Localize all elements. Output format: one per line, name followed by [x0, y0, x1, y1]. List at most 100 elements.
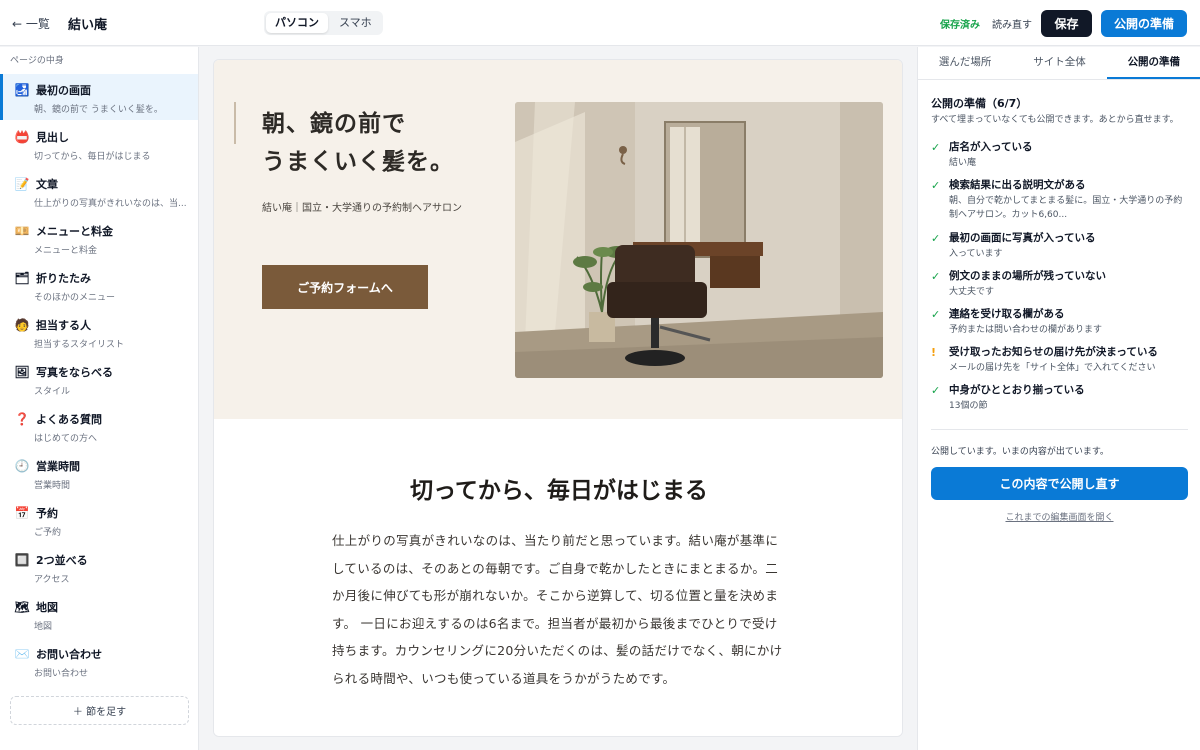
sidebar-section-item[interactable]: 🕘 営業時間営業時間	[0, 450, 198, 496]
inspector-tabs: 選んだ場所 サイト全体 公開の準備	[918, 47, 1200, 80]
checklist-item: ✓ 店名が入っている 結い庵	[931, 139, 1189, 170]
back-to-list-link[interactable]: ← 一覧	[12, 15, 50, 32]
sidebar-section-row: 🕘 営業時間	[14, 458, 188, 474]
sidebar-section-item[interactable]: ❓ よくある質問 はじめての方へ	[0, 403, 198, 449]
checklist-item-detail: メールの届け先を「サイト全体」で入れてください	[949, 363, 1156, 373]
sidebar-section-label: 見出し	[36, 131, 69, 144]
sidebar-section-summary: スタイル	[34, 387, 71, 397]
hero-subtitle: 結い庵｜国立・大学通りの予約制ヘアサロン	[262, 203, 462, 214]
tab-whole-site[interactable]: サイト全体	[1012, 47, 1106, 79]
sidebar-section-row: 🔲 2つ並べる	[14, 552, 188, 568]
checklist-item-detail: 入っています	[949, 249, 1003, 259]
sidebar-section-label: 最初の画面	[36, 84, 91, 97]
money-icon: 💴	[14, 224, 30, 238]
sidebar-section-row: 🛃 最初の画面	[14, 82, 188, 98]
hero-section[interactable]: 朝、鏡の前で うまくいく髪を。 結い庵｜国立・大学通りの予約制ヘアサロン ご予約…	[214, 60, 902, 419]
sidebar-section-row: ✉️ お問い合わせ	[14, 646, 188, 662]
question-icon: ❓	[14, 412, 30, 426]
sidebar-section-row: 🧑 担当する人	[14, 317, 188, 333]
checklist-title: 公開の準備（6/7）	[931, 97, 1028, 110]
sidebar-section-item[interactable]: 🗺 地図 地図	[0, 591, 198, 637]
sidebar-section-item[interactable]: 📛 見出し 切ってから、毎日がはじまる	[0, 121, 198, 167]
checklist-item-detail: 朝、自分で乾かしてまとまる髪に。国立・大学通りの予約制ヘアサロン。カット6,60…	[949, 196, 1183, 220]
hero-icon: 🛃	[14, 83, 30, 97]
sidebar-section-item[interactable]: 📅 予約ご予約	[0, 497, 198, 543]
checklist-item-detail: 大丈夫です	[949, 287, 995, 297]
clock-icon: 🕘	[14, 459, 30, 473]
sidebar-section-label: 写真をならべる	[36, 366, 113, 379]
save-button[interactable]: 保存	[1041, 10, 1092, 37]
warning-icon: !	[931, 346, 937, 359]
edit-history-link[interactable]: これまでの編集画面を開く	[931, 510, 1188, 523]
publish-status-text: 公開しています。いまの内容が出ています。	[931, 447, 1109, 457]
sidebar-section-row: 🖼 写真をならべる	[14, 364, 188, 380]
sidebar-section-item[interactable]: 🖼 写真をならべるスタイル	[0, 356, 198, 402]
sidebar-section-row: 📅 予約	[14, 505, 188, 521]
hero-salon-photo	[515, 102, 883, 378]
sidebar-section-item[interactable]: 📝 文章 仕上がりの写真がきれいなのは、当...	[0, 168, 198, 214]
top-bar: ← 一覧 結い庵 パソコン スマホ 保存済み 読み直す 保存 公開の準備	[0, 0, 1200, 46]
device-option-pc[interactable]: パソコン	[266, 13, 328, 33]
checklist-item: ✓ 中身がひととおり揃っている 13個の節	[931, 382, 1189, 413]
hero-title: 朝、鏡の前で うまくいく髪を。	[262, 105, 454, 181]
section-paragraph: 仕上がりの写真がきれいなのは、当たり前だと思っています。結い庵が基準にしているの…	[332, 533, 783, 686]
sidebar-section-label: 地図	[36, 601, 58, 614]
sidebar-section-label: 担当する人	[36, 319, 91, 332]
checklist-item-title: 中身がひととおり揃っている	[949, 384, 1085, 396]
sidebar-section-item[interactable]: 🛃 最初の画面朝、鏡の前で うまくいく髪を。	[0, 74, 198, 120]
checklist-item-title: 検索結果に出る説明文がある	[949, 179, 1086, 191]
reload-button[interactable]: 読み直す	[992, 16, 1032, 31]
device-toggle: パソコン スマホ	[264, 11, 383, 35]
checklist-item: ! 受け取ったお知らせの届け先が決まっている メールの届け先を「サイト全体」で入れて…	[931, 344, 1189, 375]
sidebar-section-label: 文章	[36, 178, 58, 191]
sidebar-section-row: ❓ よくある質問	[14, 411, 188, 427]
site-name: 結い庵	[68, 18, 108, 33]
sidebar-section-summary: 仕上がりの写真がきれいなのは、当...	[34, 199, 187, 209]
sections-sidebar: ページの中身 🛃 最初の画面朝、鏡の前で うまくいく髪を。 📛 見出し 切ってから、毎日…	[0, 47, 199, 750]
sidebar-section-label: よくある質問	[36, 413, 102, 426]
folder-icon: 🗂	[14, 271, 30, 285]
sidebar-section-summary: 朝、鏡の前で うまくいく髪を。	[34, 105, 163, 115]
save-status: 保存済み	[940, 20, 980, 31]
sidebar-section-summary: はじめての方へ	[34, 434, 98, 444]
check-icon: ✓	[931, 270, 941, 283]
sidebar-section-summary: 営業時間	[34, 481, 71, 491]
text-section[interactable]: 切ってから、毎日がはじまる 仕上がりの写真がきれいなのは、当たり前だと思っていま…	[214, 419, 902, 736]
sidebar-section-summary: 地図	[34, 622, 53, 632]
sidebar-section-label: 予約	[36, 507, 58, 520]
check-icon: ✓	[931, 141, 941, 154]
sidebar-section-item[interactable]: 🔲 2つ並べるアクセス	[0, 544, 198, 590]
panel-divider	[931, 429, 1188, 430]
tab-publish-prep[interactable]: 公開の準備	[1106, 47, 1200, 79]
page-preview: 朝、鏡の前で うまくいく髪を。 結い庵｜国立・大学通りの予約制ヘアサロン ご予約…	[213, 59, 903, 737]
checklist-item-detail: 予約または問い合わせの欄があります	[949, 325, 1103, 335]
checklist-item: ✓ 最初の画面に写真が入っている 入っています	[931, 230, 1189, 261]
sidebar-section-row: 📛 見出し	[14, 129, 188, 145]
sidebar-section-summary: アクセス	[34, 575, 70, 585]
sidebar-section-item[interactable]: ✉️ お問い合わせ お問い合わせ	[0, 638, 198, 684]
device-option-mobile[interactable]: スマホ	[330, 13, 381, 33]
check-icon: ✓	[931, 384, 941, 397]
sidebar-title: ページの中身	[10, 56, 64, 66]
tab-selected-place[interactable]: 選んだ場所	[918, 47, 1012, 79]
sidebar-section-label: 2つ並べる	[36, 554, 88, 567]
sidebar-section-row: 💴 メニューと料金	[14, 223, 188, 239]
sidebar-section-item[interactable]: 💴 メニューと料金メニューと料金	[0, 215, 198, 261]
check-icon: ✓	[931, 232, 941, 245]
add-section-button[interactable]: ＋ 節を足す	[10, 696, 189, 725]
republish-button[interactable]: この内容で公開し直す	[931, 467, 1188, 500]
sidebar-section-summary: ご予約	[34, 528, 62, 538]
publish-prep-button[interactable]: 公開の準備	[1101, 10, 1187, 37]
checklist-item: ✓ 例文のままの場所が残っていない 大丈夫です	[931, 268, 1189, 299]
checklist-item-title: 例文のままの場所が残っていない	[949, 270, 1106, 282]
hero-reserve-button[interactable]: ご予約フォームへ	[262, 265, 428, 309]
sidebar-section-item[interactable]: 🗂 折りたたみ そのほかのメニュー	[0, 262, 198, 308]
sidebar-section-item[interactable]: 🧑 担当する人担当するスタイリスト	[0, 309, 198, 355]
person-icon: 🧑	[14, 318, 30, 332]
sidebar-section-summary: 担当するスタイリスト	[34, 340, 125, 350]
checklist-description: すべて埋まっていなくても公開できます。あとから直せます。	[931, 115, 1179, 125]
sidebar-section-summary: そのほかのメニュー	[34, 293, 116, 303]
check-icon: ✓	[931, 179, 941, 192]
sidebar-section-summary: メニューと料金	[34, 246, 98, 256]
checklist-item: ✓ 連絡を受け取る欄がある 予約または問い合わせの欄があります	[931, 306, 1189, 337]
